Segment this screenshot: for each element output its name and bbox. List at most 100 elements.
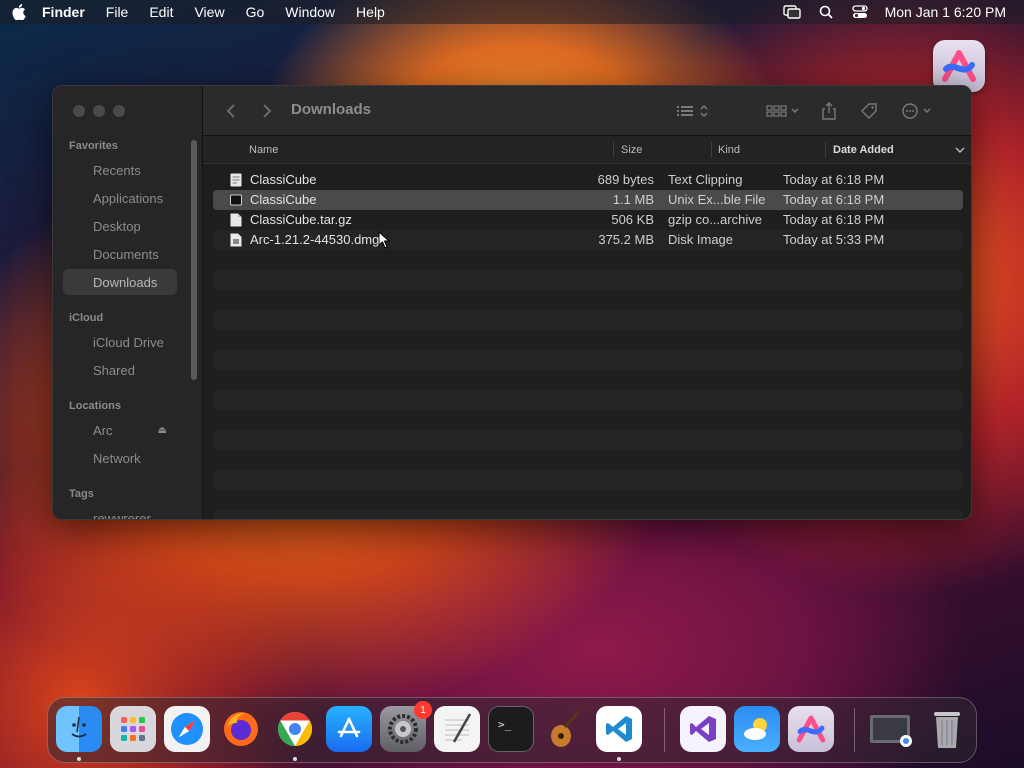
screen-mirroring-icon[interactable] (781, 3, 803, 21)
file-row[interactable]: ClassiCube 689 bytes Text Clipping Today… (213, 170, 963, 190)
menu-app-name[interactable]: Finder (42, 4, 85, 20)
column-divider[interactable] (825, 142, 826, 158)
sidebar-icloud-header: iCloud (69, 312, 104, 324)
sidebar-item-applications[interactable]: Applications (63, 185, 177, 211)
column-kind[interactable]: Kind (718, 144, 740, 156)
svg-text:>_: >_ (498, 718, 512, 731)
file-size: 689 bytes (597, 172, 654, 187)
column-divider[interactable] (711, 142, 712, 158)
file-kind: Unix Ex...ble File (668, 192, 766, 207)
archive-file-icon (230, 213, 242, 227)
sidebar-item-tag[interactable]: rewwrerer (63, 505, 177, 520)
notification-badge: 1 (414, 701, 432, 719)
sidebar-item-recents[interactable]: Recents (63, 157, 177, 183)
empty-row (213, 430, 963, 450)
sort-chevron-down-icon[interactable] (955, 145, 965, 157)
list-view-icon[interactable] (673, 101, 713, 121)
control-center-icon[interactable] (849, 3, 871, 21)
group-by-icon[interactable] (763, 101, 803, 121)
minimize-window-button[interactable] (93, 105, 105, 117)
sidebar-favorites-header: Favorites (69, 140, 118, 152)
sidebar-item-shared[interactable]: Shared (63, 357, 177, 383)
menu-window[interactable]: Window (285, 4, 335, 20)
file-row-selected[interactable]: ClassiCube 1.1 MB Unix Ex...ble File Tod… (213, 190, 963, 210)
empty-row (213, 450, 963, 470)
sidebar-scrollbar[interactable] (191, 140, 197, 380)
file-row[interactable]: ClassiCube.tar.gz 506 KB gzip co...archi… (213, 210, 963, 230)
menu-edit[interactable]: Edit (149, 4, 173, 20)
empty-row (213, 510, 963, 519)
sidebar-item-arc[interactable]: Arc ⏏ (63, 417, 177, 443)
dock-trash-icon[interactable] (924, 706, 970, 752)
empty-row (213, 370, 963, 390)
column-name[interactable]: Name (249, 144, 278, 156)
sidebar-locations-header: Locations (69, 400, 121, 412)
dock-finder-icon[interactable] (56, 706, 102, 752)
dock-textedit-icon[interactable] (434, 706, 480, 752)
file-row[interactable]: Arc-1.21.2-44530.dmg 375.2 MB Disk Image… (213, 230, 963, 250)
mouse-pointer-icon (378, 230, 391, 254)
dock-divider (854, 708, 855, 752)
dock-arc-icon[interactable] (788, 706, 834, 752)
column-divider[interactable] (613, 142, 614, 158)
apple-menu-icon[interactable] (10, 3, 28, 21)
dock-weather-icon[interactable] (734, 706, 780, 752)
file-date: Today at 6:18 PM (783, 192, 885, 207)
menu-help[interactable]: Help (356, 4, 385, 20)
forward-button[interactable] (259, 101, 275, 121)
sidebar-item-network[interactable]: Network (63, 445, 177, 471)
share-icon[interactable] (819, 101, 839, 121)
dock-vscode-icon[interactable] (596, 706, 642, 752)
column-date-added[interactable]: Date Added (833, 144, 894, 156)
dock-system-settings-icon[interactable]: 1 (380, 701, 432, 752)
empty-row (213, 270, 963, 290)
zoom-window-button[interactable] (113, 105, 125, 117)
more-actions-icon[interactable] (899, 101, 939, 121)
window-title: Downloads (291, 101, 372, 118)
sidebar-item-documents[interactable]: Documents (63, 241, 177, 267)
dock-firefox-icon[interactable] (218, 706, 264, 752)
file-date: Today at 5:33 PM (783, 232, 885, 247)
close-window-button[interactable] (73, 105, 85, 117)
column-size[interactable]: Size (621, 144, 642, 156)
sidebar-tags-header: Tags (69, 488, 94, 500)
menu-file[interactable]: File (106, 4, 129, 20)
spotlight-search-icon[interactable] (815, 3, 837, 21)
dock-chrome-icon[interactable] (272, 706, 318, 752)
empty-row (213, 310, 963, 330)
empty-row (213, 470, 963, 490)
running-indicator (293, 757, 297, 761)
tag-icon[interactable] (859, 101, 879, 121)
dock-terminal-icon[interactable]: >_ (488, 706, 534, 752)
empty-row (213, 410, 963, 430)
back-button[interactable] (223, 101, 239, 121)
file-size: 375.2 MB (598, 232, 654, 247)
file-name: Arc-1.21.2-44530.dmg (250, 232, 380, 247)
sidebar-item-desktop[interactable]: Desktop (63, 213, 177, 239)
file-date: Today at 6:18 PM (783, 172, 885, 187)
file-kind: gzip co...archive (668, 212, 762, 227)
dock-app-store-icon[interactable] (326, 706, 372, 752)
file-size: 506 KB (611, 212, 654, 227)
finder-toolbar: Downloads (203, 86, 971, 136)
dock-visual-studio-icon[interactable] (680, 706, 726, 752)
eject-icon[interactable]: ⏏ (158, 425, 167, 436)
empty-row (213, 490, 963, 510)
menu-clock[interactable]: Mon Jan 1 6:20 PM (885, 4, 1006, 20)
file-size: 1.1 MB (612, 192, 654, 207)
dock-downloads-stack-icon[interactable] (868, 706, 914, 752)
sidebar-item-downloads[interactable]: Downloads (63, 269, 177, 295)
running-indicator (617, 757, 621, 761)
sidebar-item-icloud-drive[interactable]: iCloud Drive (63, 329, 177, 355)
sidebar-item-label: Arc (93, 422, 113, 438)
dock-garageband-icon[interactable] (542, 706, 588, 752)
terminal-exec-icon (230, 193, 242, 207)
file-list: ClassiCube 689 bytes Text Clipping Today… (213, 170, 963, 519)
dock-safari-icon[interactable] (164, 706, 210, 752)
file-kind: Text Clipping (668, 172, 743, 187)
dock-launchpad-icon[interactable] (110, 706, 156, 752)
menu-go[interactable]: Go (246, 4, 265, 20)
finder-main: Downloads Name Size Kind Date Added Clas… (203, 86, 971, 519)
menu-view[interactable]: View (194, 4, 224, 20)
text-clipping-icon (230, 173, 242, 187)
